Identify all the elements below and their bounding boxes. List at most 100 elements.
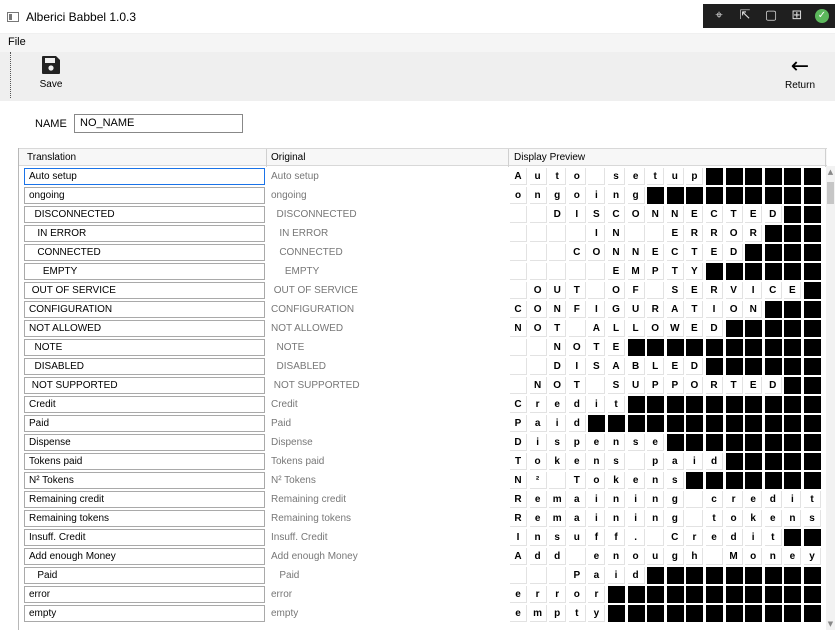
check-circle-icon[interactable]: ✓ (815, 9, 829, 23)
header-translation[interactable]: Translation (27, 152, 76, 163)
translation-input[interactable]: NOT ALLOWED (24, 320, 265, 337)
table-row[interactable]: DISCONNECTED DISCONNECTED D I S C O N N E C T E D (19, 205, 827, 224)
translation-input[interactable]: Dispense (24, 434, 265, 451)
translation-input[interactable]: N² Tokens (24, 472, 265, 489)
table-row[interactable]: Remaining credit Remaining credit Re m a i n i n… (19, 490, 827, 509)
preview-char-cell (529, 244, 547, 261)
translation-input[interactable]: Remaining tokens (24, 510, 265, 527)
preview-char-cell: N (510, 320, 527, 337)
table-row[interactable]: NOT SUPPORTED NOT SUPPORTED N O T S U P P O R T E D (19, 376, 827, 395)
original-text: error (271, 589, 293, 600)
table-row[interactable]: N² Tokens N² Tokens N ² To k e n s (19, 471, 827, 490)
translation-input[interactable]: Insuff. Credit (24, 529, 265, 546)
table-row[interactable]: Insuff. Credit Insuff. Credit In s u f f. Cr e d i… (19, 528, 827, 547)
pointer-icon[interactable]: ⇱ (737, 8, 753, 24)
preview-char-cell: r (686, 529, 704, 546)
header-original[interactable]: Original (271, 152, 305, 163)
table-row[interactable]: DISABLED DISABLED D I S A B L E D (19, 357, 827, 376)
display-preview: Insuff.Credit (510, 528, 827, 547)
translation-input[interactable]: Paid (24, 415, 265, 432)
column-separator[interactable] (266, 149, 267, 167)
return-button[interactable]: ← Return (783, 54, 817, 98)
table-row[interactable]: empty empty e m p t y (19, 604, 827, 623)
preview-char-cell: p (568, 434, 586, 451)
menu-file[interactable]: File (8, 36, 26, 48)
header-preview[interactable]: Display Preview (514, 152, 585, 163)
scroll-down-icon[interactable]: ▼ (826, 620, 835, 628)
column-separator[interactable] (508, 149, 509, 167)
translation-input[interactable]: IN ERROR (24, 225, 265, 242)
table-row[interactable]: Paid Paid Pa i d (19, 414, 827, 433)
translation-input[interactable]: NOT SUPPORTED (24, 377, 265, 394)
table-row[interactable]: IN ERROR IN ERROR I N E R R O R (19, 224, 827, 243)
preview-char-cell: F (627, 282, 645, 299)
table-row[interactable]: Dispense Dispense Di s p e n s e (19, 433, 827, 452)
table-row[interactable]: NOT ALLOWED NOT ALLOWED N O T A L L O W E D (19, 319, 827, 338)
display-preview: DISCONNECTED (510, 205, 827, 224)
table-row[interactable]: Add enough Money Add enough Money Ad d e n o u g… (19, 547, 827, 566)
translation-input[interactable]: Paid (24, 567, 265, 584)
preview-char-cell: e (784, 548, 802, 565)
translation-input[interactable]: ongoing (24, 187, 265, 204)
table-row[interactable]: Remaining tokens Remaining tokens Re m a i n i n… (19, 509, 827, 528)
table-row[interactable]: Tokens paid Tokens paid To k e n s p a i d (19, 452, 827, 471)
translation-input[interactable]: DISABLED (24, 358, 265, 375)
table-row[interactable]: CONFIGURATION CONFIGURATION C O N F I G U R A T I O N (19, 300, 827, 319)
vertical-scrollbar[interactable]: ▲ ▼ (826, 166, 835, 630)
translation-input[interactable]: CONNECTED (24, 244, 265, 261)
preview-empty-cell (627, 605, 645, 622)
save-button[interactable]: Save (30, 54, 72, 98)
preview-empty-cell (804, 187, 821, 204)
select-icon[interactable]: ⌖ (711, 8, 727, 24)
table-row[interactable]: error error e r r o r (19, 585, 827, 604)
translation-input[interactable]: EMPTY (24, 263, 265, 280)
preview-char-cell (588, 168, 606, 185)
preview-char-cell: C (666, 529, 684, 546)
preview-char-cell: A (666, 301, 684, 318)
preview-empty-cell (686, 339, 704, 356)
layout-icon[interactable]: ⊞ (789, 8, 805, 24)
table-row[interactable]: ongoing ongoing o n g o i n g (19, 186, 827, 205)
preview-char-cell: i (588, 510, 606, 527)
preview-char-cell (510, 567, 527, 584)
table-row[interactable]: CONNECTED CONNECTED C O N N E C T E D (19, 243, 827, 262)
preview-empty-cell (706, 434, 723, 451)
translation-input[interactable]: CONFIGURATION (24, 301, 265, 318)
table-row[interactable]: OUT OF SERVICE OUT OF SERVICE O U T O F S E R V I C… (19, 281, 827, 300)
table-row[interactable]: NOTE NOTE N O T E (19, 338, 827, 357)
preview-char-cell: a (666, 453, 684, 470)
table-row[interactable]: EMPTY EMPTY E M P T Y (19, 262, 827, 281)
preview-char-cell: f (608, 529, 625, 546)
name-input[interactable]: NO_NAME (74, 114, 243, 133)
scrollbar-thumb[interactable] (827, 182, 834, 204)
preview-char-cell (529, 206, 547, 223)
preview-char-cell: N (647, 206, 665, 223)
preview-empty-cell (725, 453, 743, 470)
preview-char-cell (627, 453, 645, 470)
translation-input[interactable]: Remaining credit (24, 491, 265, 508)
display-preview: AddenoughMoney (510, 547, 827, 566)
preview-char-cell: S (608, 377, 625, 394)
preview-char-cell: m (529, 605, 547, 622)
translation-input[interactable]: Credit (24, 396, 265, 413)
preview-empty-cell (745, 472, 763, 489)
translation-input[interactable]: OUT OF SERVICE (24, 282, 265, 299)
toolbar-grip[interactable] (10, 52, 12, 98)
table-row[interactable]: Paid Paid Pa i d (19, 566, 827, 585)
preview-char-cell: r (529, 396, 547, 413)
preview-empty-cell (764, 187, 782, 204)
translation-input[interactable]: Auto setup (24, 168, 265, 185)
table-row[interactable]: Credit Credit Cr e d i t (19, 395, 827, 414)
translation-input[interactable]: Add enough Money (24, 548, 265, 565)
translation-input[interactable]: empty (24, 605, 265, 622)
translation-input[interactable]: DISCONNECTED (24, 206, 265, 223)
translation-input[interactable]: error (24, 586, 265, 603)
preview-char-cell: S (666, 282, 684, 299)
translation-input[interactable]: NOTE (24, 339, 265, 356)
table-row[interactable]: Auto setup Auto setup Au t o s e t u p (19, 167, 827, 186)
frame-icon[interactable]: ▢ (763, 8, 779, 24)
scroll-up-icon[interactable]: ▲ (826, 168, 835, 176)
translation-input[interactable]: Tokens paid (24, 453, 265, 470)
preview-char-cell: i (627, 491, 645, 508)
preview-empty-cell (745, 168, 763, 185)
